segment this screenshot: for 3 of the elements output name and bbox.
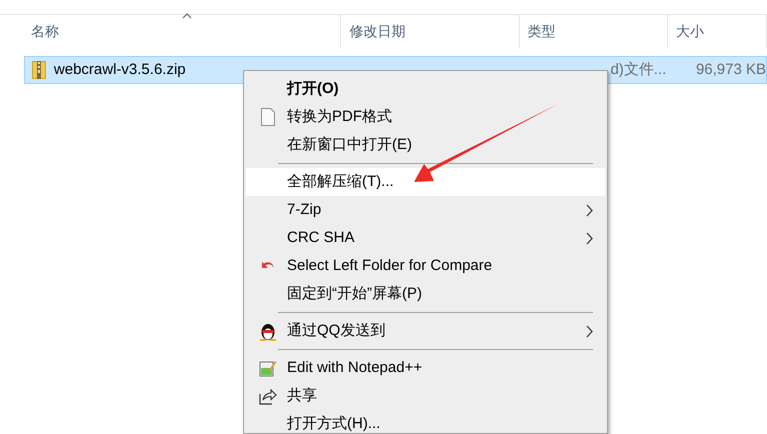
file-type: d)文件... bbox=[610, 60, 668, 80]
file-size: 96,973 KB bbox=[696, 60, 766, 80]
file-name: webcrawl-v3.5.6.zip bbox=[54, 60, 187, 80]
